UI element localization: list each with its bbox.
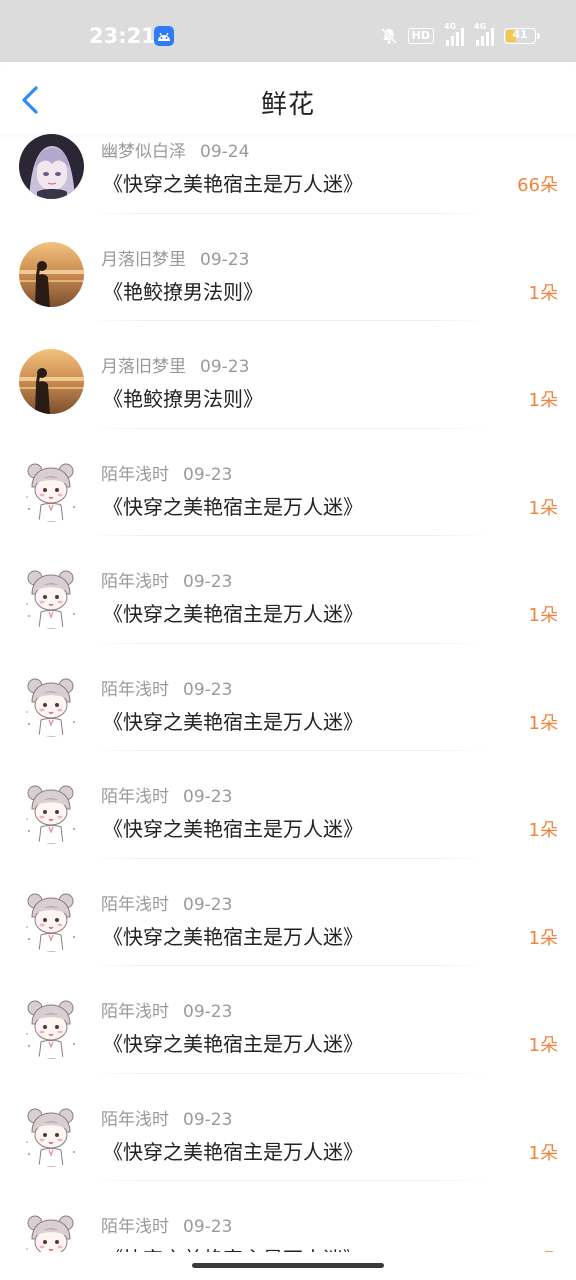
flower-count: 66朵 [517, 175, 558, 196]
list-item[interactable]: 陌年浅时 09-23 《快穿之美艳宿主是万人迷》 1朵 [0, 1074, 576, 1181]
avatar[interactable] [19, 779, 84, 844]
flower-count: 1朵 [528, 1142, 558, 1164]
mute-icon [380, 27, 398, 45]
header: 鲜花 [0, 62, 576, 134]
book-title[interactable]: 《快穿之美艳宿主是万人迷》 [103, 813, 363, 842]
book-title[interactable]: 《艳鲛撩男法则》 [103, 383, 263, 412]
user-name: 陌年浅时 [101, 572, 169, 592]
flower-count: 1朵 [528, 282, 558, 304]
avatar[interactable] [19, 886, 84, 952]
user-name: 陌年浅时 [101, 787, 169, 807]
item-date: 09-24 [200, 142, 250, 162]
item-meta: 陌年浅时 09-23 [101, 1212, 232, 1237]
list-item[interactable]: 陌年浅时 09-23 《快穿之美艳宿主是万人迷》 1朵 [0, 859, 576, 966]
avatar[interactable] [19, 456, 84, 522]
user-name: 月落旧梦里 [101, 357, 186, 377]
item-date: 09-23 [200, 357, 250, 377]
battery-icon: 41 [504, 28, 540, 44]
item-meta: 月落旧梦里 09-23 [101, 352, 249, 377]
item-meta: 陌年浅时 09-23 [101, 890, 232, 915]
flower-list[interactable]: 幽梦似白泽 09-24 《快穿之美艳宿主是万人迷》 66朵月落旧梦里 09-23 《艳鲛撩… [0, 134, 576, 1252]
avatar[interactable] [19, 671, 84, 737]
book-title[interactable]: 《快穿之美艳宿主是万人迷》 [103, 168, 363, 197]
list-item[interactable]: 陌年浅时 09-23 《快穿之美艳宿主是万人迷》 1朵 [0, 751, 576, 859]
item-meta: 陌年浅时 09-23 [101, 675, 232, 700]
network-type-label-2: 4G [474, 22, 487, 31]
list-item[interactable]: 陌年浅时 09-23 《快穿之美艳宿主是万人迷》 1朵 [0, 966, 576, 1074]
flower-count: 1朵 [528, 390, 558, 411]
flower-count: 1朵 [528, 497, 558, 519]
user-name: 陌年浅时 [101, 464, 169, 485]
list-item[interactable]: 陌年浅时 09-23 《快穿之美艳宿主是万人迷》 1朵 [0, 1181, 576, 1252]
item-meta: 月落旧梦里 09-23 [101, 245, 249, 270]
list-item[interactable]: 陌年浅时 09-23 《快穿之美艳宿主是万人迷》 1朵 [0, 536, 576, 644]
list-item[interactable]: 月落旧梦里 09-23 《艳鲛撩男法则》 1朵 [0, 214, 576, 321]
user-name: 月落旧梦里 [101, 249, 186, 270]
book-title[interactable]: 《快穿之美艳宿主是万人迷》 [103, 491, 363, 520]
list-item[interactable]: 月落旧梦里 09-23 《艳鲛撩男法则》 1朵 [0, 321, 576, 429]
item-meta: 陌年浅时 09-23 [101, 997, 232, 1022]
item-date: 09-23 [183, 572, 233, 592]
item-meta: 陌年浅时 09-23 [101, 567, 232, 592]
android-app-icon [154, 26, 174, 46]
item-date: 09-23 [183, 787, 233, 807]
item-date: 09-23 [183, 1109, 233, 1130]
avatar[interactable] [19, 994, 84, 1059]
user-name: 陌年浅时 [101, 1109, 169, 1130]
avatar[interactable] [19, 1101, 84, 1167]
flower-count: 1朵 [528, 712, 558, 734]
item-meta: 幽梦似白泽 09-24 [101, 137, 249, 162]
item-meta: 陌年浅时 09-23 [101, 782, 232, 807]
avatar[interactable] [19, 241, 84, 307]
book-title[interactable]: 《艳鲛撩男法则》 [103, 276, 263, 305]
item-meta: 陌年浅时 09-23 [101, 460, 232, 485]
status-bar: 23:21 HD 4G 4G 41 [0, 0, 576, 62]
book-title[interactable]: 《快穿之美艳宿主是万人迷》 [103, 598, 363, 627]
signal-icon-2: 4G [474, 22, 494, 46]
flower-count: 1朵 [529, 1246, 558, 1252]
item-date: 09-23 [183, 679, 233, 700]
item-date: 09-23 [183, 464, 233, 485]
user-name: 陌年浅时 [101, 1002, 169, 1022]
flower-count: 1朵 [528, 820, 558, 841]
network-type-label: 4G [444, 22, 457, 31]
flower-count: 1朵 [528, 927, 558, 949]
item-date: 09-23 [183, 894, 233, 915]
user-name: 陌年浅时 [101, 1217, 169, 1237]
book-title[interactable]: 《快穿之美艳宿主是万人迷》 [103, 1136, 363, 1165]
battery-level: 41 [512, 28, 528, 41]
page-title: 鲜花 [260, 90, 315, 120]
avatar[interactable] [19, 1209, 84, 1252]
item-date: 09-23 [183, 1217, 233, 1237]
book-title[interactable]: 《快穿之美艳宿主是万人迷》 [103, 921, 363, 950]
item-date: 09-23 [200, 249, 250, 270]
user-name: 幽梦似白泽 [101, 142, 186, 162]
list-item[interactable]: 陌年浅时 09-23 《快穿之美艳宿主是万人迷》 1朵 [0, 429, 576, 536]
flower-list-inner: 幽梦似白泽 09-24 《快穿之美艳宿主是万人迷》 66朵月落旧梦里 09-23 《艳鲛撩… [0, 134, 576, 1252]
list-item[interactable]: 幽梦似白泽 09-24 《快穿之美艳宿主是万人迷》 66朵 [0, 134, 576, 214]
item-meta: 陌年浅时 09-23 [101, 1105, 232, 1130]
avatar[interactable] [19, 134, 84, 199]
hd-badge: HD [407, 28, 434, 44]
user-name: 陌年浅时 [101, 679, 169, 700]
flower-count: 1朵 [528, 605, 558, 626]
book-title[interactable]: 《快穿之美艳宿主是万人迷》 [103, 706, 363, 735]
user-name: 陌年浅时 [101, 894, 169, 915]
avatar[interactable] [19, 349, 84, 414]
item-date: 09-23 [183, 1002, 233, 1022]
flower-count: 1朵 [528, 1035, 558, 1056]
signal-icon: 4G [444, 22, 464, 46]
avatar[interactable] [19, 564, 84, 629]
book-title[interactable]: 《快穿之美艳宿主是万人迷》 [103, 1243, 363, 1252]
status-icons: HD 4G 4G 41 [380, 22, 540, 48]
status-time: 23:21 [89, 24, 156, 48]
book-title[interactable]: 《快穿之美艳宿主是万人迷》 [103, 1028, 363, 1057]
home-indicator[interactable] [192, 1263, 384, 1268]
list-item[interactable]: 陌年浅时 09-23 《快穿之美艳宿主是万人迷》 1朵 [0, 644, 576, 751]
